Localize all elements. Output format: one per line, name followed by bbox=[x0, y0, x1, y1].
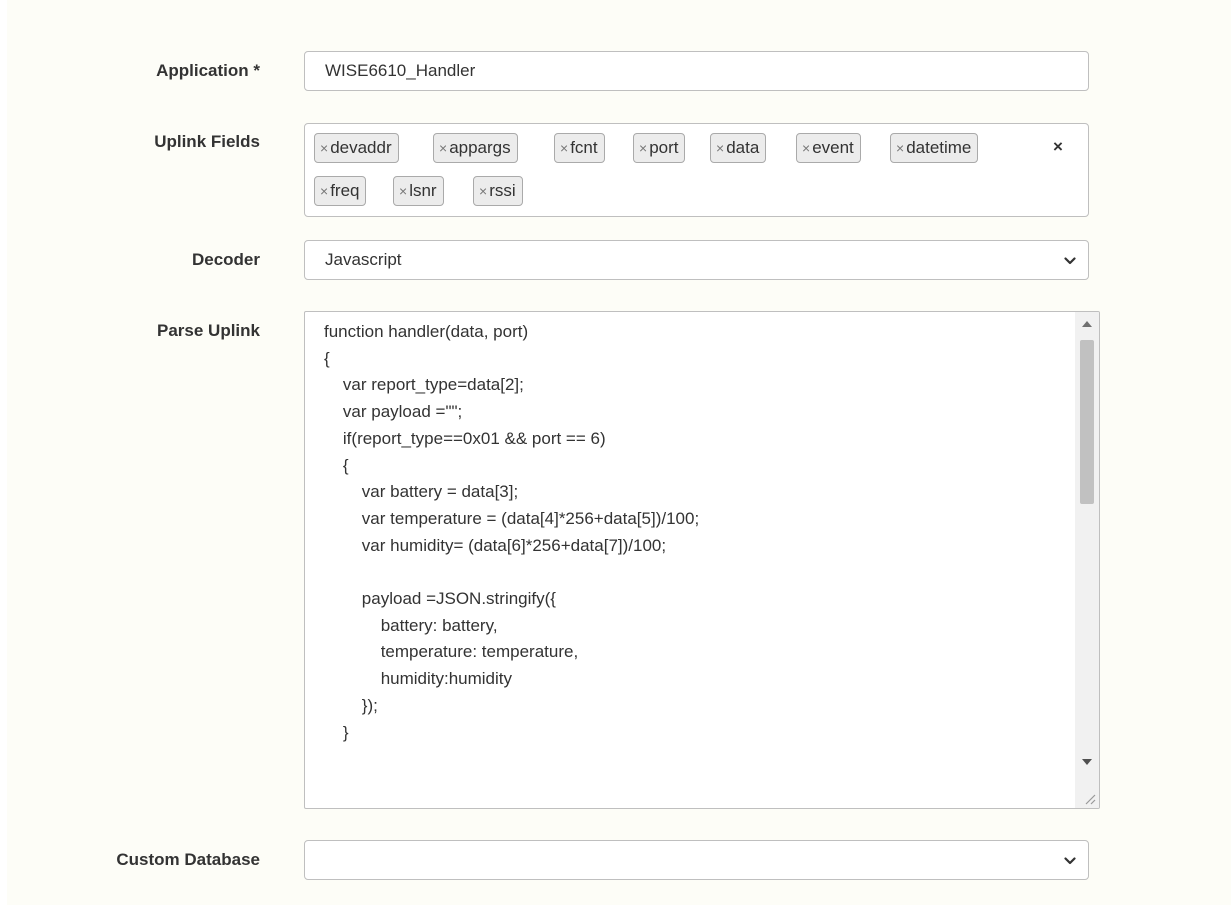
custom-database-label: Custom Database bbox=[116, 850, 260, 869]
tag-remove-icon[interactable]: × bbox=[320, 183, 328, 199]
application-label: Application * bbox=[156, 61, 260, 80]
tag-label: appargs bbox=[449, 138, 511, 157]
tag-remove-icon[interactable]: × bbox=[439, 140, 447, 156]
tag-label: data bbox=[726, 138, 760, 157]
custom-database-select[interactable] bbox=[304, 840, 1089, 880]
uplink-fields-multiselect[interactable]: × devaddr × appargs × fcnt × port × data × eve… bbox=[304, 123, 1089, 217]
decoder-label: Decoder bbox=[191, 250, 260, 269]
vertical-scrollbar[interactable] bbox=[1075, 312, 1099, 808]
clear-all-icon[interactable]: × bbox=[1053, 137, 1063, 157]
tag-datetime: × datetime bbox=[890, 133, 979, 163]
application-input[interactable]: WISE6610_Handler bbox=[304, 51, 1089, 91]
tag-lsnr: × lsnr bbox=[393, 176, 444, 206]
tag-fcnt: × fcnt bbox=[554, 133, 605, 163]
tag-remove-icon[interactable]: × bbox=[479, 183, 487, 199]
tag-remove-icon[interactable]: × bbox=[896, 140, 904, 156]
tag-label: lsnr bbox=[409, 181, 437, 200]
tag-remove-icon[interactable]: × bbox=[560, 140, 568, 156]
resize-grip-icon[interactable] bbox=[1082, 791, 1096, 805]
tag-remove-icon[interactable]: × bbox=[320, 140, 328, 156]
uplink-fields-label: Uplink Fields bbox=[154, 132, 260, 151]
tag-rssi: × rssi bbox=[473, 176, 523, 206]
decoder-selected-value: Javascript bbox=[325, 250, 402, 269]
parse-uplink-label: Parse Uplink bbox=[157, 321, 260, 340]
chevron-down-icon bbox=[1064, 857, 1076, 865]
code-content: function handler(data, port) { var repor… bbox=[324, 322, 700, 742]
tag-label: devaddr bbox=[330, 138, 392, 157]
tag-label: port bbox=[649, 138, 679, 157]
tag-remove-icon[interactable]: × bbox=[716, 140, 724, 156]
tag-remove-icon[interactable]: × bbox=[802, 140, 810, 156]
tag-event: × event bbox=[796, 133, 861, 163]
tag-devaddr: × devaddr bbox=[314, 133, 399, 163]
scroll-down-arrow-icon[interactable] bbox=[1082, 759, 1092, 765]
parse-uplink-textarea[interactable]: function handler(data, port) { var repor… bbox=[304, 311, 1100, 809]
tag-remove-icon[interactable]: × bbox=[399, 183, 407, 199]
tag-label: event bbox=[812, 138, 854, 157]
scrollbar-thumb[interactable] bbox=[1080, 340, 1094, 504]
tag-port: × port bbox=[633, 133, 686, 163]
chevron-down-icon bbox=[1064, 257, 1076, 265]
tag-appargs: × appargs bbox=[433, 133, 518, 163]
tag-label: rssi bbox=[489, 181, 516, 200]
scroll-up-arrow-icon[interactable] bbox=[1082, 321, 1092, 327]
tag-label: datetime bbox=[906, 138, 972, 157]
tag-data: × data bbox=[710, 133, 767, 163]
tag-label: fcnt bbox=[570, 138, 598, 157]
tag-label: freq bbox=[330, 181, 360, 200]
tag-remove-icon[interactable]: × bbox=[639, 140, 647, 156]
decoder-select[interactable]: Javascript bbox=[304, 240, 1089, 280]
tag-freq: × freq bbox=[314, 176, 367, 206]
